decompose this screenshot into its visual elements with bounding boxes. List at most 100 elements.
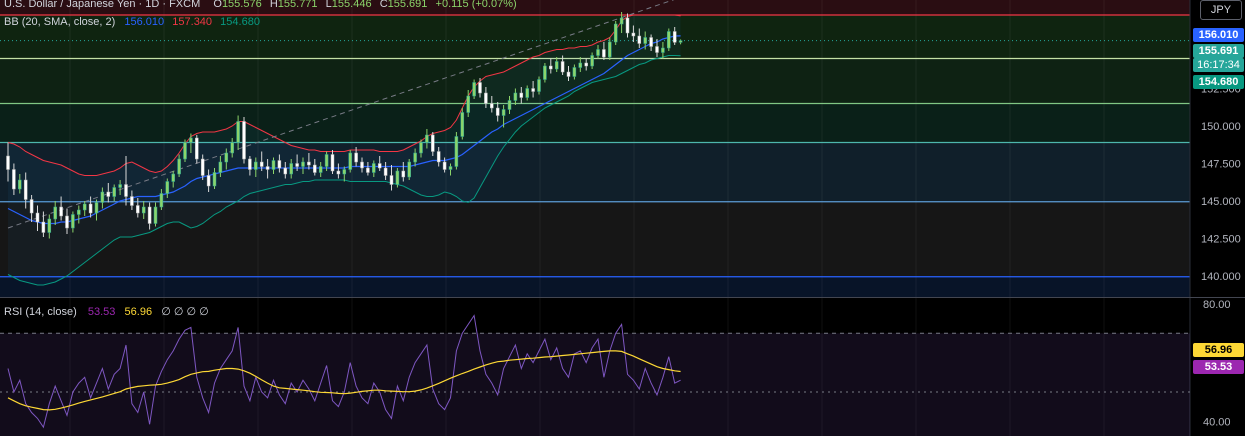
candle-body: [88, 203, 93, 214]
candle-body: [183, 142, 187, 160]
candle-body: [18, 179, 22, 190]
candle-body: [678, 40, 683, 43]
candle-body: [307, 161, 311, 166]
candle-body: [141, 206, 146, 214]
candle-body: [218, 161, 223, 173]
candle-body: [478, 82, 482, 94]
candle-body: [584, 62, 588, 67]
candle-body: [413, 152, 417, 163]
bb-legend[interactable]: BB (20, SMA, close, 2) 156.010 157.340 1…: [4, 16, 260, 28]
price-tick-label: 140.000: [1201, 271, 1241, 283]
candle-body: [655, 46, 659, 53]
candle-body: [224, 152, 229, 163]
candle-body: [71, 214, 75, 229]
candle-body: [153, 206, 158, 224]
close-value: 155.691: [387, 0, 428, 10]
candle: [242, 117, 246, 164]
candle: [348, 150, 352, 173]
rsi-band-fill: [0, 333, 1190, 436]
rsi-value: 53.53: [87, 306, 116, 318]
candle-body: [590, 55, 594, 67]
candle-body: [507, 100, 512, 110]
candle-body: [171, 173, 175, 182]
candle-body: [165, 181, 170, 194]
rsi-name: RSI (14, close): [4, 306, 77, 318]
candle-body: [313, 164, 317, 173]
candle-body: [41, 221, 46, 233]
candle-body: [366, 167, 370, 173]
candle-body: [82, 203, 87, 211]
candle-body: [277, 160, 282, 169]
open-value: 155.576: [221, 0, 262, 10]
candle-body: [265, 166, 270, 170]
rsi-legend[interactable]: RSI (14, close) 53.53 56.96 ∅ ∅ ∅ ∅: [4, 305, 209, 318]
candle: [454, 132, 459, 170]
symbol-legend: U.S. Dollar / Japanese Yen · 1D · FXCM O…: [4, 0, 517, 10]
candle-body: [578, 62, 583, 68]
rsi-extra-values: ∅ ∅ ∅ ∅: [161, 306, 209, 318]
countdown-tag: 16:17:34: [1193, 58, 1244, 72]
candle-body: [12, 169, 16, 190]
candle-body: [549, 65, 553, 70]
candle-body: [206, 175, 211, 187]
candle-body: [389, 175, 394, 185]
candle-body: [572, 67, 577, 77]
candle-body: [425, 134, 429, 143]
candle-body: [35, 212, 40, 223]
candle-body: [531, 88, 535, 92]
change-value: +0.115 (+0.07%): [435, 0, 517, 10]
rsi-tick-label: 80.00: [1203, 299, 1231, 311]
candle-body: [460, 112, 465, 137]
candle-body: [195, 137, 199, 160]
candle-body: [200, 158, 205, 176]
bb-name: BB (20, SMA, close, 2): [4, 16, 116, 28]
currency-button[interactable]: JPY: [1200, 0, 1242, 20]
candle-body: [124, 184, 128, 197]
candle-body: [466, 95, 470, 113]
candle-body: [643, 37, 647, 44]
candle-body: [395, 170, 400, 185]
candle-body: [619, 17, 624, 25]
candle-body: [259, 161, 264, 167]
rsi-value-tag: 53.53: [1193, 360, 1244, 374]
candle-body: [248, 158, 252, 170]
candle-body: [608, 41, 612, 58]
candle-body: [448, 166, 453, 170]
candle-body: [454, 136, 459, 167]
candle-body: [442, 161, 447, 170]
candle-body: [613, 23, 618, 43]
low-value: 155.446: [331, 0, 372, 10]
candle-body: [236, 121, 240, 143]
candle-body: [324, 154, 329, 167]
candle-body: [661, 47, 665, 53]
candle-body: [596, 49, 600, 56]
candle-body: [566, 71, 571, 77]
candle-body: [59, 206, 63, 217]
candle-body: [631, 32, 636, 37]
candle-body: [336, 170, 341, 175]
candle-body: [100, 191, 105, 203]
rsi-tick-label: 40.00: [1203, 416, 1231, 428]
candle-body: [254, 161, 258, 170]
candle-body: [401, 170, 406, 178]
candle-body: [6, 155, 10, 170]
close-label: C: [379, 0, 388, 10]
candle-body: [47, 218, 52, 233]
candle: [460, 108, 465, 140]
candle-body: [283, 167, 288, 175]
candle-body: [106, 191, 111, 197]
candle-body: [383, 167, 388, 176]
candle-body: [407, 161, 411, 178]
candle: [183, 139, 187, 162]
candle: [407, 159, 411, 180]
candle-body: [667, 31, 671, 49]
close-price-tag: 155.691: [1193, 44, 1244, 58]
candle-body: [271, 160, 276, 170]
candle-body: [348, 152, 352, 170]
rsi-ma-tag: 56.96: [1193, 343, 1244, 357]
candle-body: [419, 142, 423, 154]
candle-body: [118, 184, 122, 188]
chart-canvas[interactable]: 140.000142.500145.000147.500150.000152.5…: [0, 0, 1245, 436]
bb-basis-value: 156.010: [124, 16, 165, 28]
candle-body: [159, 193, 164, 208]
